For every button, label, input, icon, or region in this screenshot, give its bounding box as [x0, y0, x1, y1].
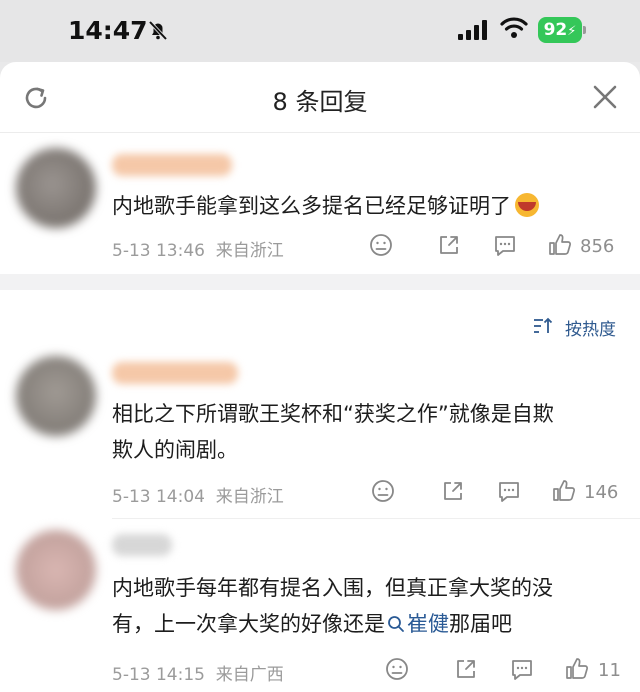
reply-separator	[112, 518, 640, 519]
avatar[interactable]	[16, 530, 96, 610]
reply-text-segment: 那届吧	[449, 612, 512, 636]
reply-text: 内地歌手每年都有提名入围，但真正拿大奖的没 有，上一次拿大奖的好像还是 崔健那届吧	[112, 570, 622, 642]
sort-by-hot-button[interactable]: 按热度	[565, 315, 616, 340]
like-icon[interactable]	[547, 232, 573, 258]
share-icon[interactable]	[440, 478, 466, 504]
comment-text-content: 内地歌手能拿到这么多提名已经足够证明了	[112, 194, 511, 218]
share-icon[interactable]	[453, 656, 479, 682]
comment-icon[interactable]	[509, 656, 535, 682]
close-icon[interactable]	[592, 84, 618, 110]
comment-icon[interactable]	[492, 232, 518, 258]
search-icon	[388, 616, 404, 632]
avatar[interactable]	[16, 148, 96, 228]
like-count: 856	[580, 236, 615, 257]
laughing-emoji-icon	[515, 193, 539, 217]
parent-comment: 内地歌手能拿到这么多提名已经足够证明了 5-13 13:46 来自浙江 856	[0, 132, 640, 266]
reply-text-line: 相比之下所谓歌王奖杯和“获奖之作”就像是自欺	[112, 402, 554, 426]
like-count: 11	[598, 660, 621, 681]
status-time: 14:47	[68, 16, 148, 45]
avatar[interactable]	[16, 356, 96, 436]
comment-meta: 5-13 13:46 来自浙江	[112, 236, 284, 261]
status-bar: 14:47 92⚡	[0, 0, 640, 62]
username-blurred[interactable]	[112, 154, 232, 176]
sheet-title: 8 条回复	[272, 88, 368, 116]
share-icon[interactable]	[436, 232, 462, 258]
reply-text: 相比之下所谓歌王奖杯和“获奖之作”就像是自欺 欺人的闹剧。	[112, 396, 622, 468]
username-blurred[interactable]	[112, 362, 238, 384]
bell-muted-icon	[148, 20, 168, 41]
reply-time: 5-13 14:15	[112, 665, 205, 685]
comment-text: 内地歌手能拿到这么多提名已经足够证明了	[112, 188, 622, 224]
cellular-signal-icon	[458, 20, 487, 40]
reply-time: 5-13 14:04	[112, 487, 205, 507]
search-link[interactable]: 崔健	[385, 612, 449, 636]
reply-location: 来自广西	[215, 665, 284, 685]
section-divider	[0, 274, 640, 290]
comment-location: 来自浙江	[215, 241, 284, 261]
battery-tip	[583, 26, 586, 34]
like-count: 146	[584, 482, 619, 503]
reply-meta: 5-13 14:04 来自浙江	[112, 482, 284, 507]
sheet-header: 8 条回复	[0, 62, 640, 133]
battery-indicator: 92⚡	[538, 17, 582, 43]
emoji-react-icon[interactable]	[370, 478, 396, 504]
emoji-react-icon[interactable]	[368, 232, 394, 258]
comment-time: 5-13 13:46	[112, 241, 205, 261]
wifi-icon	[500, 17, 528, 38]
reply-text-line: 欺人的闹剧。	[112, 438, 238, 462]
username-blurred[interactable]	[112, 534, 172, 556]
reply-location: 来自浙江	[215, 487, 284, 507]
charging-bolt-icon: ⚡	[567, 24, 577, 39]
battery-level: 92	[543, 20, 568, 40]
like-icon[interactable]	[551, 478, 577, 504]
reply-text-segment: 有，上一次拿大奖的好像还是	[112, 612, 385, 636]
replies-sheet: 8 条回复 内地歌手能拿到这么多提名已经足够证明了 5-13 13:46 来自浙…	[0, 62, 640, 692]
reply-text-line: 内地歌手每年都有提名入围，但真正拿大奖的没	[112, 576, 553, 600]
reply-text-line: 有，上一次拿大奖的好像还是 崔健那届吧	[112, 606, 622, 642]
emoji-react-icon[interactable]	[384, 656, 410, 682]
like-icon[interactable]	[564, 656, 590, 682]
sort-icon[interactable]	[532, 316, 554, 336]
search-link-text[interactable]: 崔健	[407, 612, 449, 636]
reply-meta: 5-13 14:15 来自广西	[112, 660, 284, 685]
reply-item: 相比之下所谓歌王奖杯和“获奖之作”就像是自欺 欺人的闹剧。 5-13 14:04…	[0, 352, 640, 512]
comment-icon[interactable]	[496, 478, 522, 504]
reply-item: 内地歌手每年都有提名入围，但真正拿大奖的没 有，上一次拿大奖的好像还是 崔健那届吧…	[0, 522, 640, 692]
